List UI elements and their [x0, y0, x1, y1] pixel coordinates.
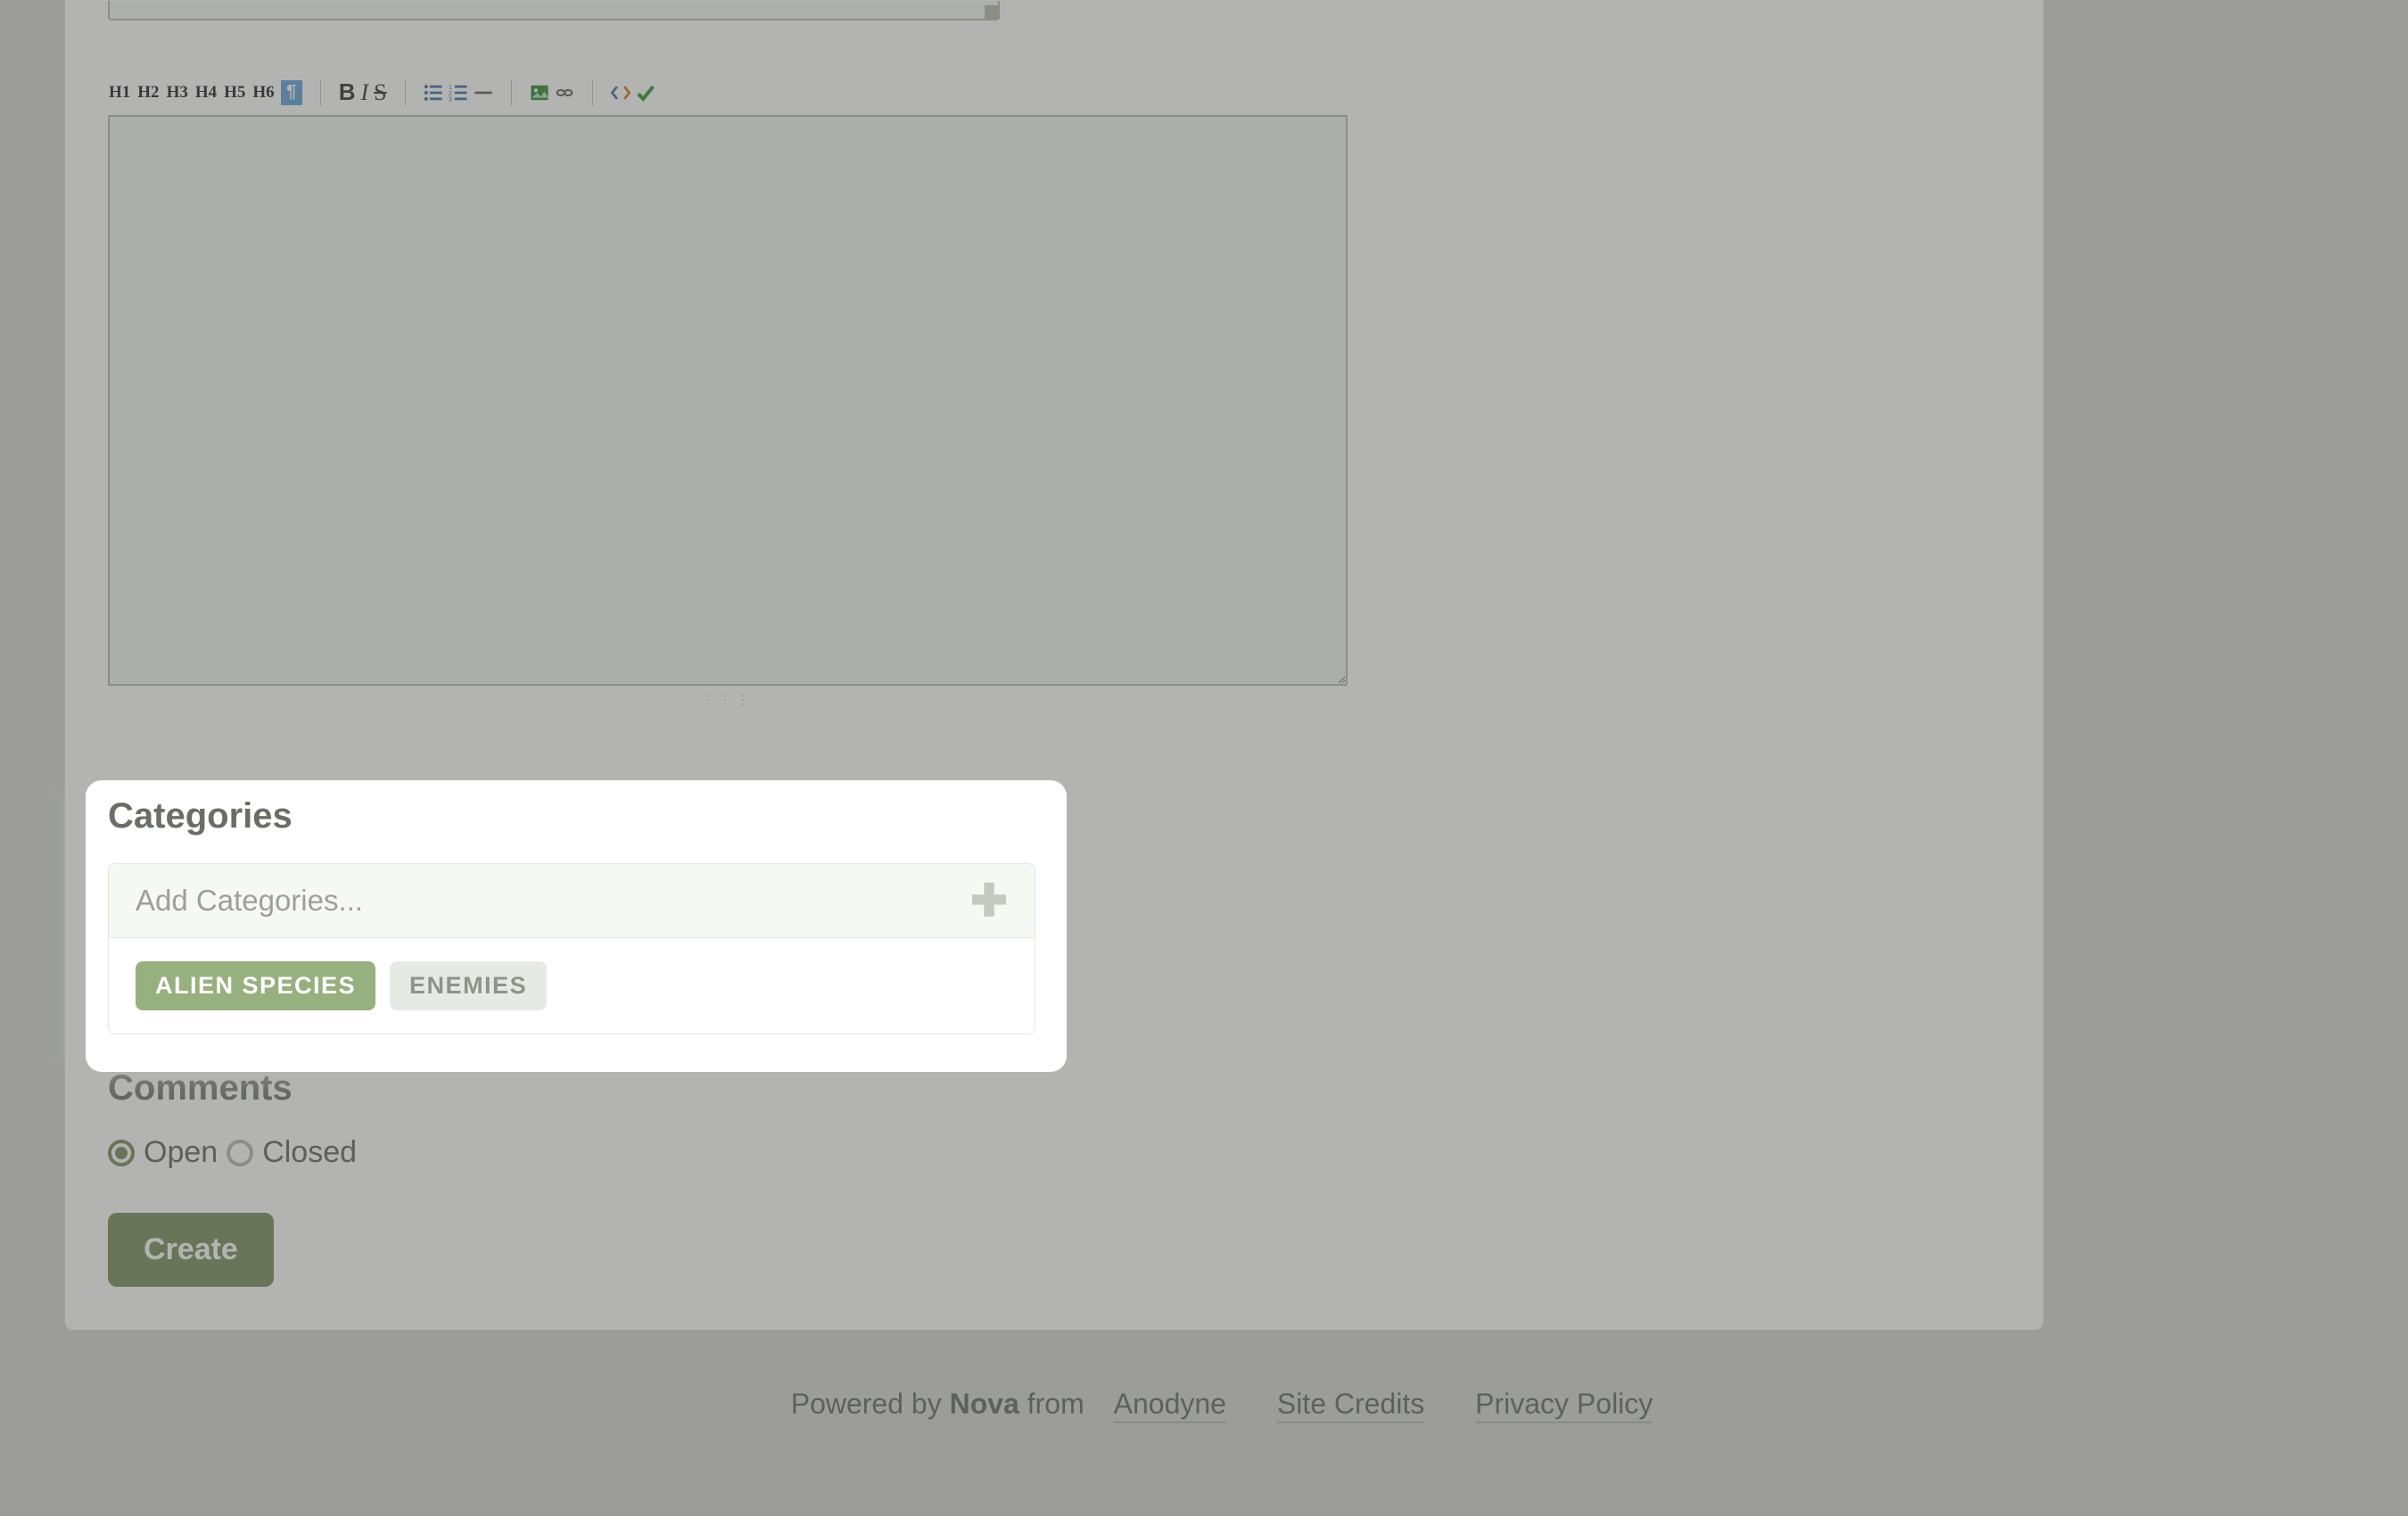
footer-from: from	[1019, 1388, 1093, 1420]
heading-h4-button[interactable]: H4	[194, 81, 218, 104]
svg-text:3: 3	[449, 96, 452, 102]
check-icon[interactable]	[636, 83, 656, 103]
comments-closed-radio[interactable]	[227, 1140, 253, 1166]
strikethrough-button[interactable]: S	[374, 79, 386, 106]
footer-site-credits-link[interactable]: Site Credits	[1277, 1388, 1424, 1423]
horizontal-rule-icon[interactable]	[474, 83, 493, 103]
footer-privacy-link[interactable]: Privacy Policy	[1475, 1388, 1653, 1423]
footer: Powered by Nova from Anodyne Site Credit…	[64, 1388, 2401, 1421]
category-tag-enemies[interactable]: ENEMIES	[390, 961, 547, 1010]
toolbar-separator	[511, 79, 512, 106]
editor-toolbar: H1 H2 H3 H4 H5 H6 ¶ B I S 123	[108, 78, 2000, 106]
bold-button[interactable]: B	[339, 78, 356, 106]
toolbar-separator	[320, 79, 321, 106]
categories-tag-list: ALIEN SPECIES ENEMIES	[108, 938, 1035, 1034]
image-icon[interactable]	[530, 83, 549, 103]
categories-section: Categories ✚ ALIEN SPECIES ENEMIES	[108, 796, 1080, 1034]
footer-powered-prefix: Powered by	[791, 1388, 950, 1420]
heading-h6-button[interactable]: H6	[252, 81, 275, 104]
heading-h2-button[interactable]: H2	[136, 81, 160, 104]
footer-product: Nova	[950, 1388, 1019, 1420]
add-category-icon[interactable]: ✚	[970, 890, 1008, 912]
categories-input-row: ✚	[108, 863, 1035, 938]
heading-h3-button[interactable]: H3	[166, 81, 189, 104]
create-button[interactable]: Create	[108, 1213, 274, 1287]
heading-h1-button[interactable]: H1	[108, 81, 131, 104]
categories-input[interactable]	[136, 884, 833, 918]
link-icon[interactable]	[555, 83, 574, 103]
comments-open-label: Open	[144, 1135, 218, 1170]
categories-heading: Categories	[108, 796, 1080, 836]
italic-button[interactable]: I	[360, 79, 368, 106]
footer-anodyne-link[interactable]: Anodyne	[1114, 1388, 1226, 1423]
category-tag-alien-species[interactable]: ALIEN SPECIES	[136, 961, 375, 1010]
heading-h5-button[interactable]: H5	[223, 81, 246, 104]
resize-handle-icon[interactable]: ⋮⋮⋮	[108, 692, 1348, 707]
bullet-list-icon[interactable]	[424, 83, 443, 103]
code-icon[interactable]	[611, 83, 631, 103]
comments-heading: Comments	[108, 1068, 2000, 1108]
content-textarea[interactable]	[108, 115, 1348, 686]
comments-open-radio[interactable]	[108, 1140, 135, 1166]
ordered-list-icon[interactable]: 123	[449, 83, 468, 103]
form-card: H1 H2 H3 H4 H5 H6 ¶ B I S 123	[64, 0, 2044, 1331]
summary-textarea[interactable]	[108, 1, 1000, 21]
paragraph-icon[interactable]: ¶	[281, 80, 302, 105]
toolbar-separator	[405, 79, 406, 106]
comments-radio-group: Open Closed	[108, 1135, 2000, 1170]
comments-closed-label: Closed	[262, 1135, 357, 1170]
toolbar-separator	[592, 79, 593, 106]
